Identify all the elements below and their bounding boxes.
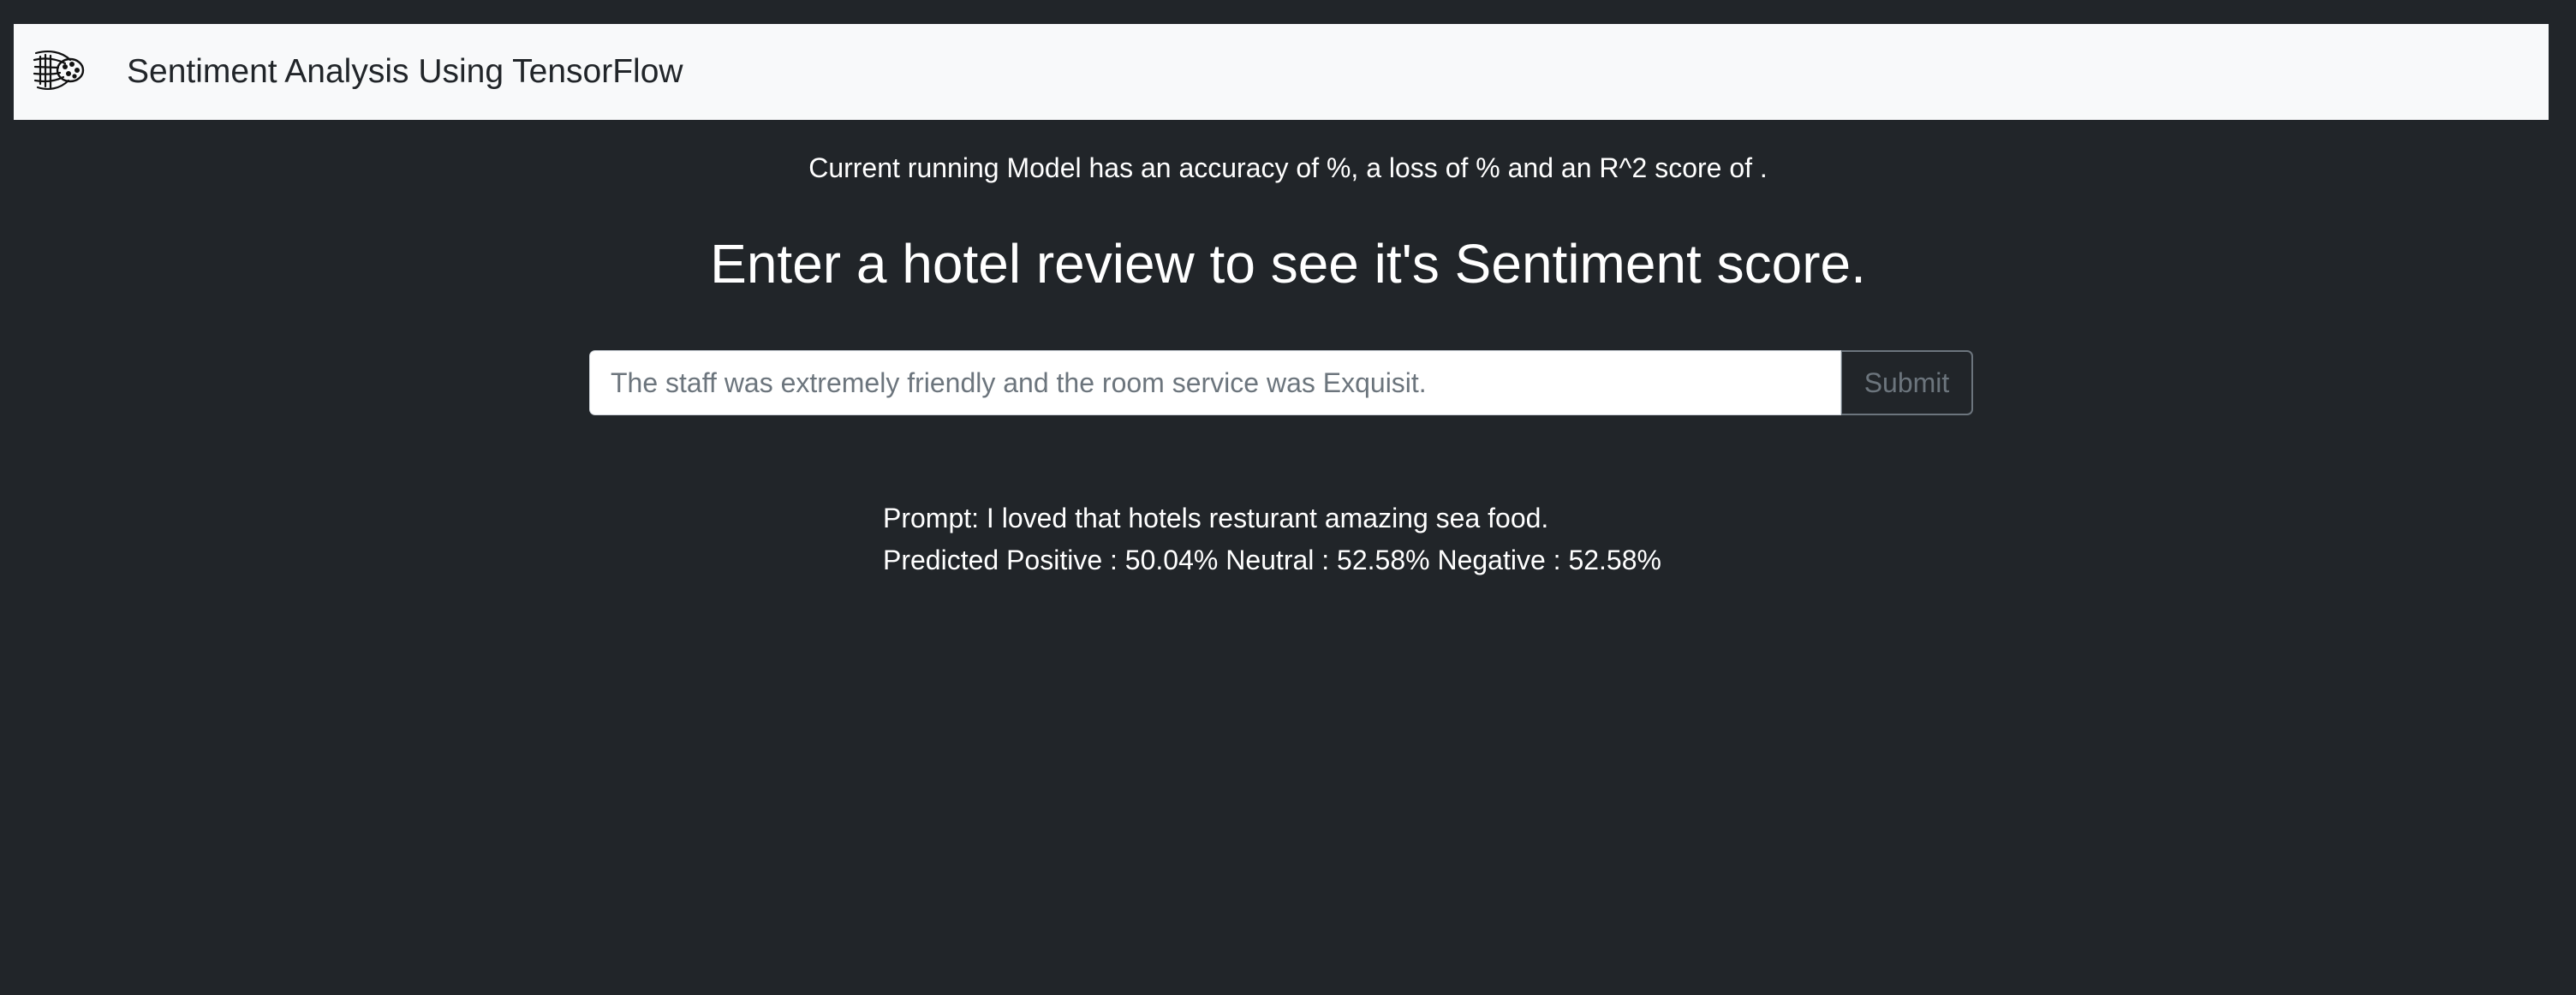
app-title[interactable]: Sentiment Analysis Using TensorFlow: [127, 24, 683, 120]
prediction-result: Prompt: I loved that hotels resturant am…: [883, 498, 1661, 581]
review-input[interactable]: [589, 350, 1841, 415]
page-headline: Enter a hotel review to see it's Sentime…: [710, 233, 1866, 295]
prediction-scores: Predicted Positive : 50.04% Neutral : 52…: [883, 545, 1661, 575]
review-form: Submit: [589, 350, 1973, 415]
model-stats-text: Current running Model has an accuracy of…: [808, 152, 1768, 183]
tensorflow-fish-logo-icon[interactable]: [33, 46, 86, 94]
navbar: Sentiment Analysis Using TensorFlow: [14, 24, 2549, 120]
submit-button[interactable]: Submit: [1841, 350, 1973, 415]
prompt-text: Prompt: I loved that hotels resturant am…: [883, 503, 1549, 533]
